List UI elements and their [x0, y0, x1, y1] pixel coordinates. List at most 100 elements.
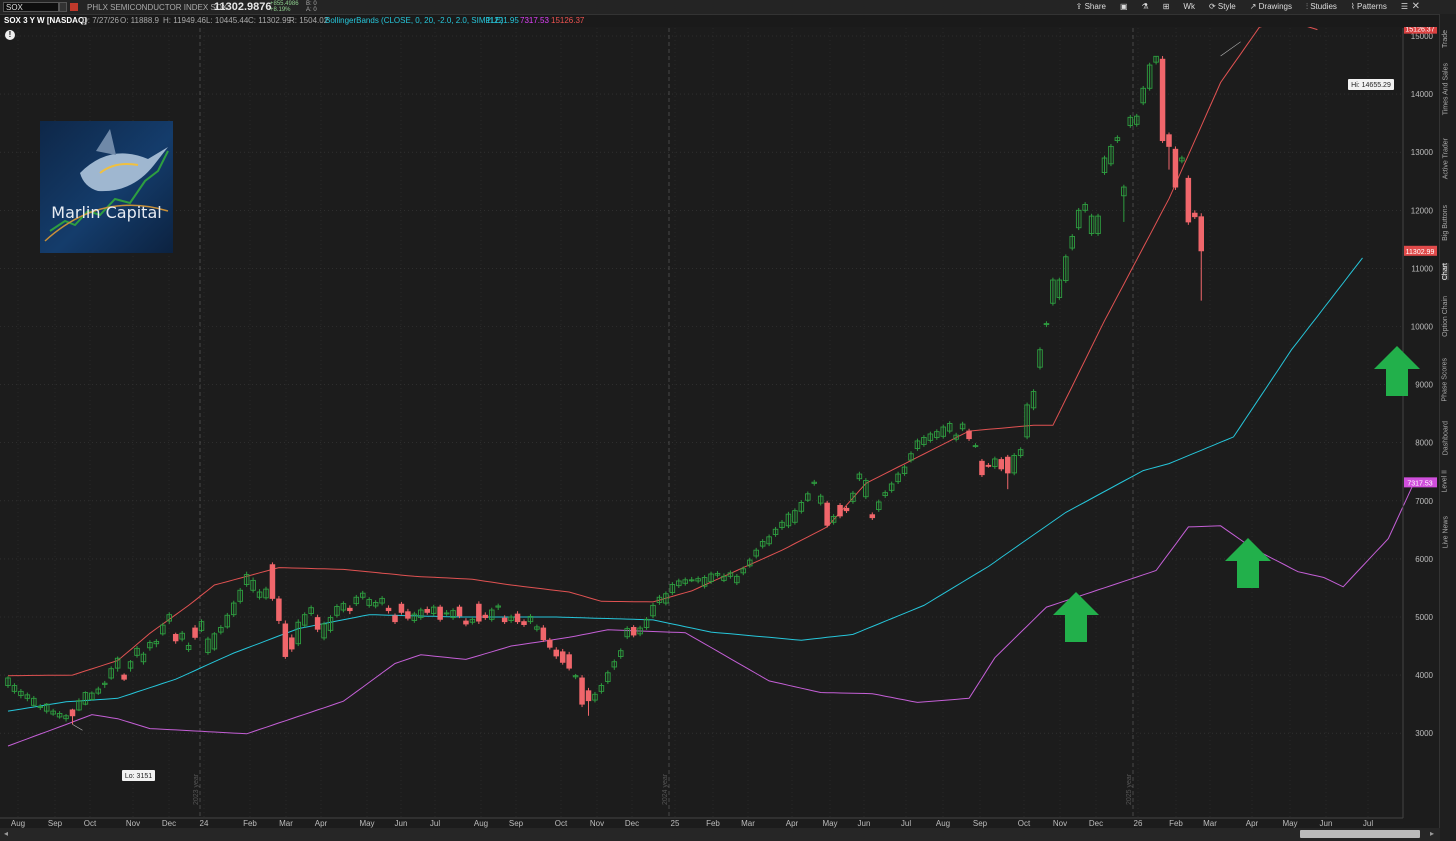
candle-body [314, 617, 321, 630]
time-tick-label: Feb [706, 819, 720, 828]
grid-icon[interactable]: ⊞ [1163, 2, 1170, 12]
price-tick-label: 11000 [1411, 264, 1433, 273]
study-lower-value: 7317.53 [520, 16, 549, 25]
time-tick-label: Dec [1089, 819, 1103, 828]
link-color-icon[interactable] [70, 3, 78, 11]
time-tick-label: Jun [858, 819, 871, 828]
candle-body [869, 514, 876, 519]
last-price: 11302.9876 [214, 1, 272, 13]
alert-icon[interactable]: ! [5, 30, 15, 40]
sidebar-tab-chart[interactable]: Chart [1442, 262, 1449, 280]
candle-body [1159, 58, 1166, 142]
scroll-left-icon[interactable]: ◂ [4, 829, 8, 838]
candle-body [424, 608, 431, 613]
time-tick-label: Apr [1246, 819, 1259, 828]
candle-body [456, 606, 463, 617]
time-tick-label: Dec [625, 819, 639, 828]
price-tick-label: 10000 [1411, 323, 1434, 332]
time-tick-label: Aug [474, 819, 488, 828]
study-upper-value: 15126.37 [551, 16, 585, 25]
symbol-description: PHLX SEMICONDUCTOR INDEX SOX [87, 3, 228, 12]
candle-body [521, 621, 527, 626]
candle-down [437, 604, 443, 622]
menu-icon[interactable]: ☰ [1401, 2, 1408, 12]
patterns-button[interactable]: ⌇ Patterns [1351, 2, 1387, 12]
sidebar-tab-option-chain[interactable]: Option Chain [1442, 296, 1449, 337]
year-marker-label: 2023 year [193, 773, 200, 805]
time-tick-label: Nov [1053, 819, 1067, 828]
sidebar-tab-active-trader[interactable]: Active Trader [1442, 138, 1449, 179]
time-tick-label: Apr [786, 819, 799, 828]
candle-body [630, 627, 637, 636]
price-tick-label: 14000 [1411, 90, 1434, 99]
price-chart[interactable]: 2023 year 2024 year 2025 year 3000 4000 5000… [0, 27, 1440, 828]
time-tick-label: Jun [395, 819, 408, 828]
study-bar: SOX 3 Y W [NASDAQ] D: 7/27/26 O: 11888.9… [0, 15, 1440, 27]
close-icon[interactable]: ✕ [1412, 1, 1420, 12]
symbol-input[interactable]: SOX [3, 2, 59, 12]
time-tick-label: Jul [430, 819, 440, 828]
candle-body [966, 430, 972, 440]
time-tick-label: Jun [1320, 819, 1333, 828]
drawings-button[interactable]: ↗ Drawings [1250, 2, 1292, 12]
price-marker: 7317.53 [1404, 477, 1437, 488]
sidebar-tab-trade[interactable]: Trade [1442, 30, 1449, 48]
drawings-label: Drawings [1258, 2, 1292, 11]
chart-symbol-label[interactable]: SOX 3 Y W [NASDAQ] [4, 16, 87, 25]
candle-body [559, 651, 566, 663]
studies-button[interactable]: ⫶ Studies [1306, 2, 1337, 12]
candle-down [837, 503, 843, 519]
time-tick-label: 25 [671, 819, 680, 828]
sidebar-tab-big-buttons[interactable]: Big Buttons [1442, 205, 1449, 241]
horizontal-scrollbar[interactable]: ◂ ▸ [0, 828, 1440, 841]
price-tick-label: 6000 [1415, 555, 1433, 564]
bar-close: C: 11302.99 [248, 16, 291, 25]
flask-icon[interactable]: ⚗ [1142, 2, 1149, 12]
sidebar-tab-phase-scores[interactable]: Phase Scores [1442, 358, 1449, 402]
sidebar-tab-times-and-sales[interactable]: Times And Sales [1442, 63, 1449, 115]
candle-body [269, 564, 276, 599]
time-tick-label: 24 [200, 819, 209, 828]
top-toolbar: SOX PHLX SEMICONDUCTOR INDEX SOX 11302.9… [0, 0, 1456, 15]
candle-down [456, 604, 463, 619]
time-tick-label: Mar [279, 819, 293, 828]
time-tick-label: Nov [590, 819, 604, 828]
scroll-thumb[interactable] [1300, 830, 1420, 838]
time-tick-label: Sep [48, 819, 63, 828]
candle-body [553, 649, 560, 657]
price-tick-label: 5000 [1415, 613, 1433, 622]
share-label: Share [1084, 2, 1106, 11]
time-tick-label: Jul [901, 819, 911, 828]
right-sidebar: Trade Times And Sales Active Trader Big But… [1439, 14, 1456, 841]
low-label: Lo: 3151 [125, 773, 152, 780]
candle-body [824, 502, 830, 526]
candle-body [392, 615, 398, 623]
candle-down [579, 675, 585, 708]
year-marker-label: 2025 year [1126, 773, 1133, 805]
candle-body [172, 633, 179, 642]
price-tick-label: 4000 [1415, 671, 1433, 680]
sidebar-tab-level-ii[interactable]: Level II [1442, 470, 1449, 493]
candle-body [585, 690, 592, 702]
sidebar-tab-dashboard[interactable]: Dashboard [1442, 421, 1449, 455]
candle-body [385, 607, 392, 612]
candle-body [347, 607, 353, 612]
candle-body [1185, 177, 1192, 223]
time-tick-label: Sep [973, 819, 988, 828]
study-label[interactable]: BollingerBands (CLOSE, 0, 20, -2.0, 2.0,… [325, 16, 503, 25]
share-button[interactable]: ⇪ Share [1076, 2, 1106, 12]
sidebar-tab-live-news[interactable]: Live News [1442, 516, 1449, 548]
bar-high: H: 11949.46 [163, 16, 206, 25]
symbol-dropdown-icon[interactable] [59, 2, 67, 12]
templates-icon[interactable]: ▣ [1120, 2, 1128, 12]
time-tick-label: Aug [11, 819, 25, 828]
timeframe-button[interactable]: Wk [1183, 2, 1195, 12]
candle-down [979, 458, 985, 477]
candle-down [1185, 175, 1192, 225]
time-tick-label: Mar [741, 819, 755, 828]
candle-body [1192, 212, 1198, 218]
scroll-right-icon[interactable]: ▸ [1430, 829, 1434, 838]
chart-background [0, 27, 1440, 828]
style-button[interactable]: ⟳ Style [1209, 2, 1236, 12]
candle-down [998, 457, 1005, 472]
